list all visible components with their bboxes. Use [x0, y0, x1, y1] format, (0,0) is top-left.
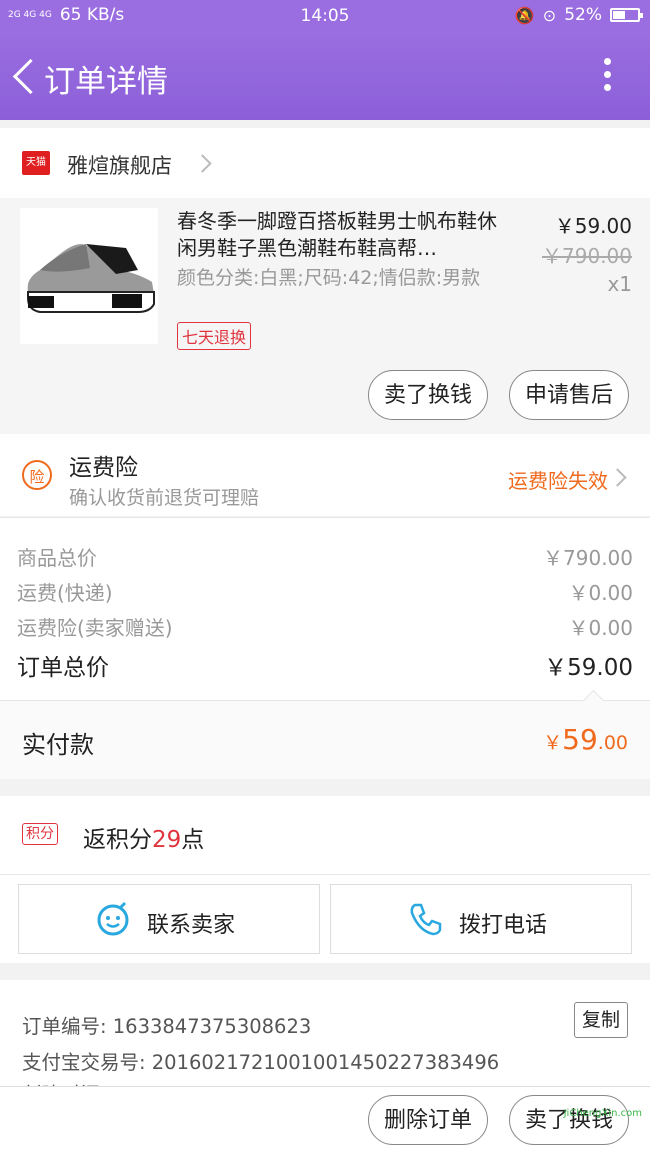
lock-rotation-icon: ⊙	[542, 5, 557, 25]
call-phone-label: 拨打电话	[459, 913, 548, 938]
bottom-action-bar: 删除订单 卖了换钱	[0, 1086, 650, 1156]
back-arrow-icon[interactable]	[12, 58, 49, 95]
tmall-logo: 天猫	[22, 151, 50, 175]
page-title: 订单详情	[44, 64, 168, 100]
original-price: ￥790.00	[542, 244, 632, 268]
product-spec: 颜色分类:白黑;尺码:42;情侣款:男款	[177, 267, 481, 289]
status-bar: 2G 4G 4G 65 KB/s 14:05 🔕 ⊙ 52%	[0, 0, 650, 32]
cost-row-shipping: 运费(快递) ￥0.00	[17, 581, 633, 605]
phone-icon	[410, 903, 442, 936]
alipay-transaction-number: 支付宝交易号: 2016021721001001450227383496	[22, 1051, 500, 1074]
app-header: 订单详情	[0, 32, 650, 120]
resell-bottom-button[interactable]: 卖了换钱	[509, 1095, 629, 1145]
quantity: x1	[607, 272, 632, 296]
contact-seller-label: 联系卖家	[147, 913, 236, 938]
more-menu-icon[interactable]	[604, 58, 612, 97]
unit-price: ￥59.00	[554, 214, 632, 238]
shipping-insurance-row[interactable]: 险 运费险 确认收货前退货可理赔 运费险失效	[0, 434, 650, 516]
copy-button[interactable]: 复制	[574, 1002, 628, 1038]
contact-seller-button[interactable]: 联系卖家	[18, 884, 320, 954]
resell-button[interactable]: 卖了换钱	[368, 370, 488, 420]
product-title[interactable]: 春冬季一脚蹬百搭板鞋男士帆布鞋休闲男鞋子黑色潮鞋布鞋高帮…	[177, 208, 497, 262]
points-text: 返积分29点	[83, 827, 205, 853]
order-item[interactable]: 春冬季一脚蹬百搭板鞋男士帆布鞋休闲男鞋子黑色潮鞋布鞋高帮… 颜色分类:白黑;尺码…	[0, 198, 650, 434]
watermark: JiChengXin.com	[563, 1108, 642, 1119]
chevron-right-icon	[193, 154, 212, 173]
order-number: 订单编号: 1633847375308623	[22, 1015, 312, 1038]
store-name: 雅煊旗舰店	[67, 154, 172, 178]
chevron-right-icon	[608, 468, 627, 487]
actual-payment-label: 实付款	[22, 731, 94, 759]
actual-payment-amount: ￥59.00	[543, 723, 628, 756]
contact-row: 联系卖家 拨打电话	[0, 874, 650, 963]
insurance-status: 运费险失效	[508, 469, 608, 493]
insurance-subtitle: 确认收货前退货可理赔	[69, 487, 260, 509]
battery-icon	[610, 8, 643, 22]
cost-row-insurance: 运费险(卖家赠送) ￥0.00	[17, 616, 633, 640]
product-image[interactable]	[20, 208, 158, 344]
reward-points-row: 积分 返积分29点	[0, 796, 650, 874]
battery-percent: 52%	[564, 5, 602, 25]
call-phone-button[interactable]: 拨打电话	[330, 884, 632, 954]
return-policy-tag: 七天退换	[177, 322, 252, 350]
insurance-title: 运费险	[69, 455, 138, 481]
store-row[interactable]: 天猫 雅煊旗舰店	[0, 128, 650, 198]
after-sales-button[interactable]: 申请售后	[509, 370, 629, 420]
insurance-icon: 险	[22, 460, 52, 490]
delete-order-button[interactable]: 删除订单	[368, 1095, 488, 1145]
cost-row-order-total: 订单总价 ￥59.00	[17, 655, 633, 681]
cost-row-goods: 商品总价 ￥790.00	[17, 546, 633, 570]
points-badge: 积分	[22, 823, 58, 845]
chat-bubble-icon	[97, 901, 129, 936]
actual-payment-row: 实付款 ￥59.00	[0, 689, 650, 779]
cost-breakdown: 商品总价 ￥790.00 运费(快递) ￥0.00 运费险(卖家赠送) ￥0.00 订…	[0, 517, 650, 701]
bell-muted-icon: 🔕	[514, 5, 535, 25]
order-info: 订单编号: 1633847375308623 复制 支付宝交易号: 201602…	[0, 980, 650, 1106]
